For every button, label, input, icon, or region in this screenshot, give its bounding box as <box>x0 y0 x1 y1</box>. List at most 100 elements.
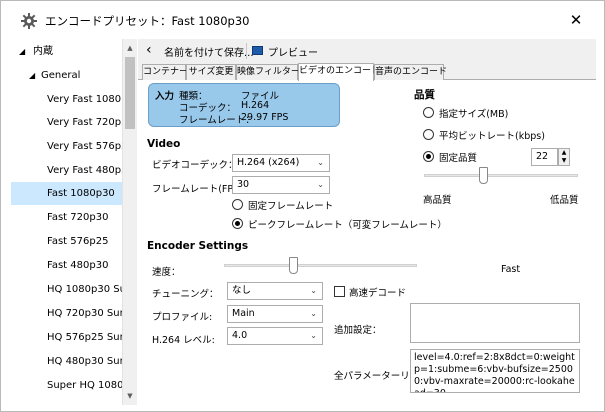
preset-item-label: HQ 1080p30 Surround <box>47 284 122 295</box>
full-params-text: level=4.0:ref=2:8x8dct=0:weightp=1:subme… <box>410 349 580 393</box>
save-as-button[interactable]: 名前を付けて保存... <box>164 44 254 59</box>
extra-options-label: 追加設定： <box>334 325 382 336</box>
low-quality-label: 低品質 <box>550 195 579 206</box>
scroll-down-icon[interactable]: ▼ <box>123 389 137 403</box>
sidebar-scrollbar[interactable]: ▲ ▼ <box>122 39 137 405</box>
preset-item-label: HQ 576p25 Surround <box>47 332 122 343</box>
fast-decode-label: 高速デコード <box>349 288 407 299</box>
constant-quality-radio[interactable] <box>423 151 434 162</box>
toolbar: ‹ 名前を付けて保存... プレビュー <box>138 39 596 63</box>
preset-item-label: Fast 720p30 <box>47 212 109 223</box>
collapse-arrow-icon: ◢ <box>29 71 36 80</box>
quality-slider-track[interactable] <box>424 174 578 177</box>
main-panel: ‹ 名前を付けて保存... プレビュー コンテナー サイズ変更 映像フィルター … <box>138 39 596 405</box>
tree-group[interactable]: ◢ General <box>11 64 122 87</box>
preview-button[interactable]: プレビュー <box>268 44 318 59</box>
preset-item-label: Very Fast 480p30 <box>47 165 122 176</box>
extra-options-input[interactable] <box>410 303 580 343</box>
video-codec-label: ビデオコーデック： <box>152 160 238 171</box>
preset-item-label: Super HQ 1080p30 Surround <box>47 380 122 391</box>
quality-value: 22 <box>536 151 549 162</box>
preset-window: エンコードプリセット：Fast 1080p30 ✕ ◢ 内蔵 ◢ General… <box>0 0 605 412</box>
quality-section-title: 品質 <box>414 89 435 101</box>
preset-item-label: Fast 1080p30 <box>47 188 115 199</box>
tree-root[interactable]: ◢ 内蔵 <box>11 40 122 63</box>
avg-bitrate-radio[interactable] <box>423 129 434 140</box>
tab-audio-encode[interactable]: 音声のエンコード <box>374 64 447 80</box>
collapse-arrow-icon: ◢ <box>19 47 26 56</box>
framerate-select[interactable]: 30 ⌄ <box>232 176 330 194</box>
preset-item[interactable]: HQ 720p30 Surround <box>11 302 122 325</box>
source-codec-value: H.264 <box>241 100 270 111</box>
preview-icon[interactable] <box>252 46 263 55</box>
h264-level-value: 4.0 <box>232 330 248 341</box>
video-codec-value: H.264 (x264) <box>237 157 300 168</box>
spin-down-icon[interactable]: ▼ <box>559 157 569 165</box>
target-size-radio[interactable] <box>423 107 434 118</box>
pfr-label: ピークフレームレート（可変フレームレート） <box>248 220 447 231</box>
cfr-label: 固定フレームレート <box>248 201 334 212</box>
speed-slider-thumb[interactable] <box>289 257 299 274</box>
scrollbar-thumb[interactable] <box>125 57 135 129</box>
speed-slider-track[interactable] <box>224 264 417 267</box>
preset-item-label: Fast 576p25 <box>47 236 109 247</box>
preset-item[interactable]: Fast 720p30 <box>11 206 122 229</box>
quality-value-input[interactable]: 22 <box>531 148 558 166</box>
preset-item[interactable]: Very Fast 576p25 <box>11 135 122 158</box>
profile-select[interactable]: Main ⌄ <box>227 305 323 323</box>
video-section-title: Video <box>147 138 181 150</box>
pfr-radio[interactable] <box>232 218 243 229</box>
preset-item[interactable]: Super HQ 1080p30 Surround <box>11 374 122 397</box>
close-icon[interactable]: ✕ <box>563 9 589 31</box>
quality-slider-thumb[interactable] <box>478 167 488 184</box>
profile-label: プロファイル: <box>152 312 213 323</box>
tab-resize[interactable]: サイズ変更 <box>186 64 236 80</box>
source-heading: 入力 <box>155 91 175 102</box>
preset-item[interactable]: Very Fast 1080p30 <box>11 88 122 111</box>
gear-icon <box>21 13 37 29</box>
tab-bar: コンテナー サイズ変更 映像フィルター ビデオのエンコード 音声のエンコード <box>138 63 596 81</box>
tab-container[interactable]: コンテナー <box>142 64 188 80</box>
preset-item-label: HQ 720p30 Surround <box>47 308 122 319</box>
preset-item[interactable]: Very Fast 480p30 <box>11 159 122 182</box>
tab-video-encode[interactable]: ビデオのエンコード <box>298 63 380 81</box>
source-fps-value: 29.97 FPS <box>241 112 289 123</box>
back-icon[interactable]: ‹ <box>146 42 152 58</box>
tune-label: チューニング： <box>152 289 219 300</box>
source-info-box: 入力 種類： ファイル コーデック： H.264 フレームレート： 29.97 … <box>148 83 340 127</box>
preset-item-label: HQ 480p30 Surround <box>47 356 122 367</box>
chevron-down-icon: ⌄ <box>310 286 317 295</box>
preset-item-label: Very Fast 720p30 <box>47 117 122 128</box>
preset-item[interactable]: Fast 480p30 <box>11 254 122 277</box>
h264-level-select[interactable]: 4.0 ⌄ <box>227 327 323 345</box>
tune-select[interactable]: なし ⌄ <box>227 282 323 300</box>
preset-item-label: Very Fast 576p25 <box>47 141 122 152</box>
chevron-down-icon: ⌄ <box>317 180 324 189</box>
constant-quality-label: 固定品質 <box>439 153 478 164</box>
target-size-label: 指定サイズ(MB) <box>439 109 509 120</box>
cfr-radio[interactable] <box>232 199 243 210</box>
scroll-up-icon[interactable]: ▲ <box>123 41 137 55</box>
video-codec-select[interactable]: H.264 (x264) ⌄ <box>232 154 330 172</box>
preset-item[interactable]: HQ 480p30 Surround <box>11 350 122 373</box>
preset-item[interactable]: Very Fast 720p30 <box>11 111 122 134</box>
fast-decode-checkbox[interactable] <box>334 286 345 297</box>
window-title: エンコードプリセット：Fast 1080p30 <box>45 14 250 28</box>
preset-item-label: Very Fast 1080p30 <box>47 94 122 105</box>
spin-up-icon[interactable]: ▲ <box>559 149 569 157</box>
preset-item-selected[interactable]: Fast 1080p30 <box>11 182 122 205</box>
chevron-down-icon: ⌄ <box>310 309 317 318</box>
tune-value: なし <box>232 285 252 296</box>
tab-video-filters[interactable]: 映像フィルター <box>236 64 300 80</box>
preset-item-label: Fast 480p30 <box>47 260 109 271</box>
chevron-down-icon: ⌄ <box>310 331 317 340</box>
high-quality-label: 高品質 <box>423 195 452 206</box>
framerate-value: 30 <box>237 179 250 190</box>
preset-item[interactable]: Fast 576p25 <box>11 230 122 253</box>
speed-value: Fast <box>501 264 521 275</box>
preset-item[interactable]: HQ 1080p30 Surround <box>11 278 122 301</box>
tree-root-label: 内蔵 <box>33 46 53 57</box>
quality-spinner[interactable]: ▲ ▼ <box>558 148 570 166</box>
preset-item[interactable]: HQ 576p25 Surround <box>11 326 122 349</box>
title-bar: エンコードプリセット：Fast 1080p30 ✕ <box>1 1 604 39</box>
